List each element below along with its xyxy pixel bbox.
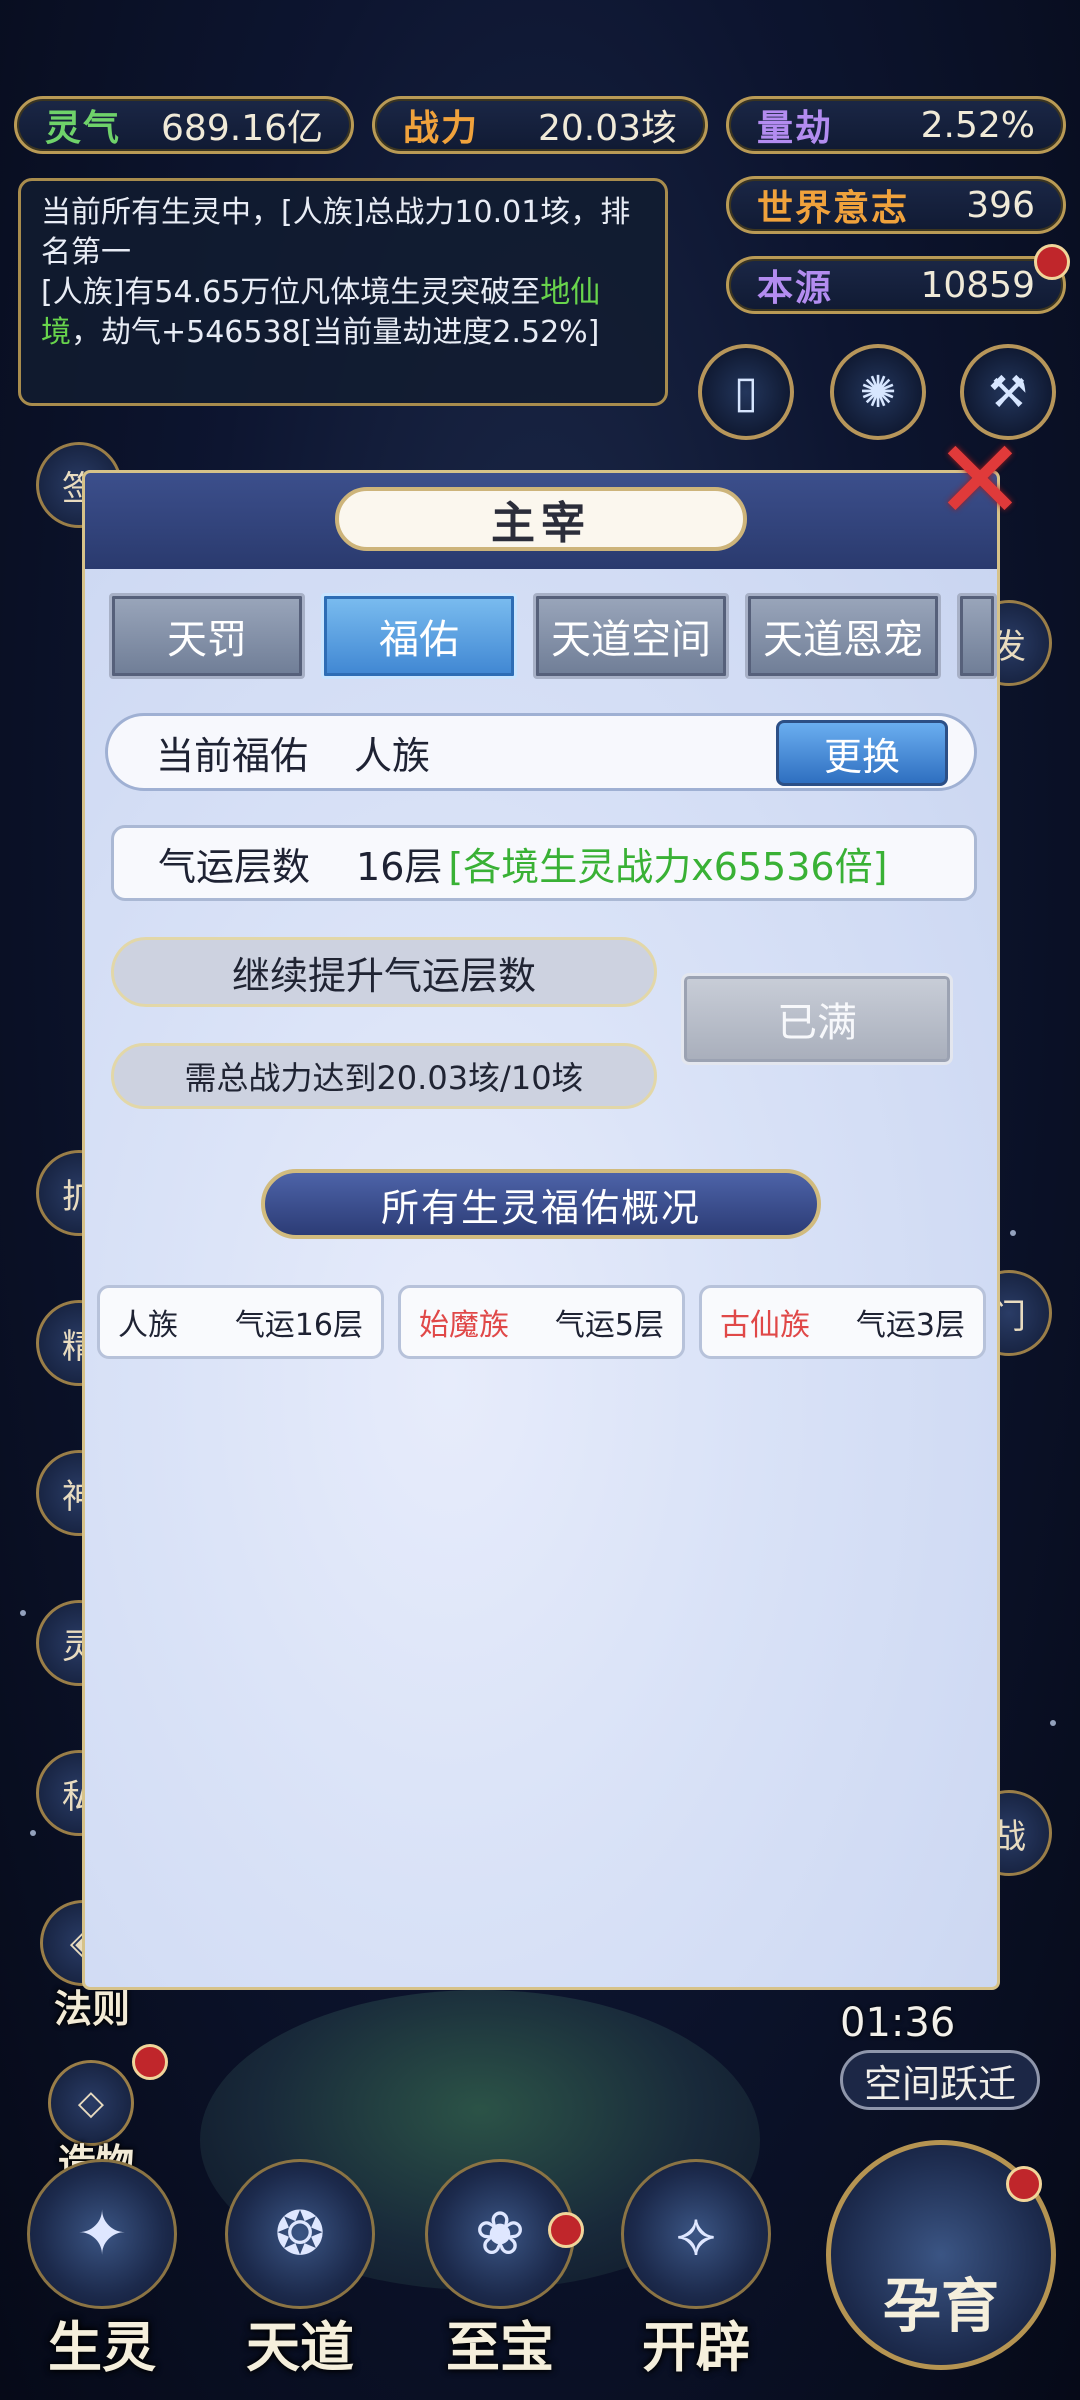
race-name: 人族: [118, 1308, 178, 1343]
race-list: 人族 气运16层 始魔族 气运5层 古仙族 气运3层: [97, 1285, 986, 1359]
fortune-bonus: [各境生灵战力x65536倍]: [448, 844, 888, 889]
origin-stat[interactable]: 本源 10859: [726, 256, 1066, 314]
race-item: 古仙族 气运3层: [699, 1285, 986, 1359]
notice-line2: [人族]有54.65万位凡体境生灵突破至地仙境，劫气+546538[当前量劫进度…: [41, 273, 645, 353]
master-modal: 主宰 天罚 福佑 天道空间 天道恩宠 当前福佑 人族 更换 气运层数 16层 […: [82, 470, 1000, 1990]
notice-line1: 当前所有生灵中，[人族]总战力10.01垓，排名第一: [41, 195, 631, 270]
treasure-notification-dot: [548, 2212, 584, 2248]
zhanli-value: 20.03垓: [537, 108, 677, 149]
full-button[interactable]: 已满: [681, 973, 953, 1065]
liangjie-stat: 量劫 2.52%: [726, 96, 1066, 154]
race-fortune: 气运16层: [234, 1308, 363, 1343]
tab-heaven-favor[interactable]: 天道恩宠: [745, 593, 941, 679]
race-fortune: 气运3层: [855, 1308, 965, 1343]
upgrade-requirement: 需总战力达到20.03垓/10垓: [111, 1043, 657, 1109]
zhanli-stat: 战力 20.03垓: [372, 96, 708, 154]
race-item: 人族 气运16层: [97, 1285, 384, 1359]
upgrade-fortune-label: 继续提升气运层数: [111, 937, 657, 1007]
notice-panel: 当前所有生灵中，[人族]总战力10.01垓，排名第一 [人族]有54.65万位凡…: [18, 178, 668, 406]
creation-notification-dot: [132, 2044, 168, 2080]
race-name: 始魔族: [419, 1308, 509, 1343]
tab-more[interactable]: [957, 593, 997, 679]
nav-living-beings-label: 生灵: [48, 2316, 156, 2379]
origin-notification-dot: [1034, 244, 1070, 280]
creation-icon: ◇: [77, 2083, 105, 2123]
nav-treasure-label: 至宝: [446, 2316, 554, 2379]
tab-heaven-space[interactable]: 天道空间: [533, 593, 729, 679]
vortex-icon: ✺: [859, 366, 897, 418]
liangjie-label: 量劫: [757, 108, 834, 149]
space-jump-button[interactable]: 空间跃迁: [840, 2050, 1040, 2110]
tab-punishment[interactable]: 天罚: [109, 593, 305, 679]
tab-blessing[interactable]: 福佑: [321, 593, 517, 679]
card-icon: ▯: [733, 366, 759, 418]
current-blessing-row: 当前福佑 人族 更换: [105, 713, 977, 791]
world-will-value: 396: [966, 184, 1035, 226]
nav-heaven-way[interactable]: ❂ 天道: [210, 2159, 390, 2382]
fortune-level-label: 气运层数: [158, 844, 311, 889]
close-icon[interactable]: ✕: [930, 416, 1030, 544]
lingqi-label: 灵气: [45, 108, 122, 149]
fortune-level-value: 16层: [356, 844, 443, 889]
nav-open-world-label: 开辟: [642, 2316, 750, 2379]
nav-living-beings[interactable]: ✦ 生灵: [12, 2159, 192, 2382]
phoenix-icon: ✦: [27, 2159, 177, 2309]
notice-line2-prefix: [人族]有54.65万位凡体境生灵突破至: [41, 275, 541, 310]
current-blessing-label: 当前福佑: [156, 733, 309, 778]
vortex-icon-button[interactable]: ✺: [830, 344, 926, 440]
origin-label: 本源: [757, 268, 834, 309]
lingqi-value: 689.16亿: [161, 108, 323, 149]
world-will-label: 世界意志: [757, 188, 910, 229]
overview-banner: 所有生灵福佑概况: [261, 1169, 821, 1239]
star: [1050, 1720, 1056, 1726]
zhanli-label: 战力: [403, 108, 480, 149]
current-blessing-value: 人族: [354, 733, 431, 778]
nav-open-world[interactable]: ⟡ 开辟: [606, 2159, 786, 2382]
breed-notification-dot: [1006, 2166, 1042, 2202]
swap-button[interactable]: 更换: [776, 720, 948, 786]
crystal-icon: ⟡: [621, 2159, 771, 2309]
lingqi-stat: 灵气 689.16亿: [14, 96, 354, 154]
star: [1010, 1230, 1016, 1236]
fortune-level-row: 气运层数 16层 [各境生灵战力x65536倍]: [111, 825, 977, 901]
nav-treasure[interactable]: ❀ 至宝: [410, 2159, 590, 2382]
liangjie-value: 2.52%: [920, 104, 1035, 146]
cloud-swirl-icon: ❂: [225, 2159, 375, 2309]
hammer-icon: ⚒: [988, 366, 1028, 418]
race-fortune: 气运5层: [554, 1308, 664, 1343]
race-item: 始魔族 气运5层: [398, 1285, 685, 1359]
star: [20, 1610, 26, 1616]
race-name: 古仙族: [720, 1308, 810, 1343]
card-icon-button[interactable]: ▯: [698, 344, 794, 440]
modal-tabs: 天罚 福佑 天道空间 天道恩宠: [109, 593, 997, 679]
world-will-stat: 世界意志 396: [726, 176, 1066, 234]
nav-heaven-way-label: 天道: [246, 2316, 354, 2379]
space-jump-timer: 01:36: [840, 2000, 956, 2046]
origin-value: 10859: [920, 264, 1035, 306]
star: [30, 1830, 36, 1836]
modal-title: 主宰: [335, 487, 747, 551]
notice-line2-suffix: ，劫气+546538[当前量劫进度2.52%]: [71, 315, 600, 350]
